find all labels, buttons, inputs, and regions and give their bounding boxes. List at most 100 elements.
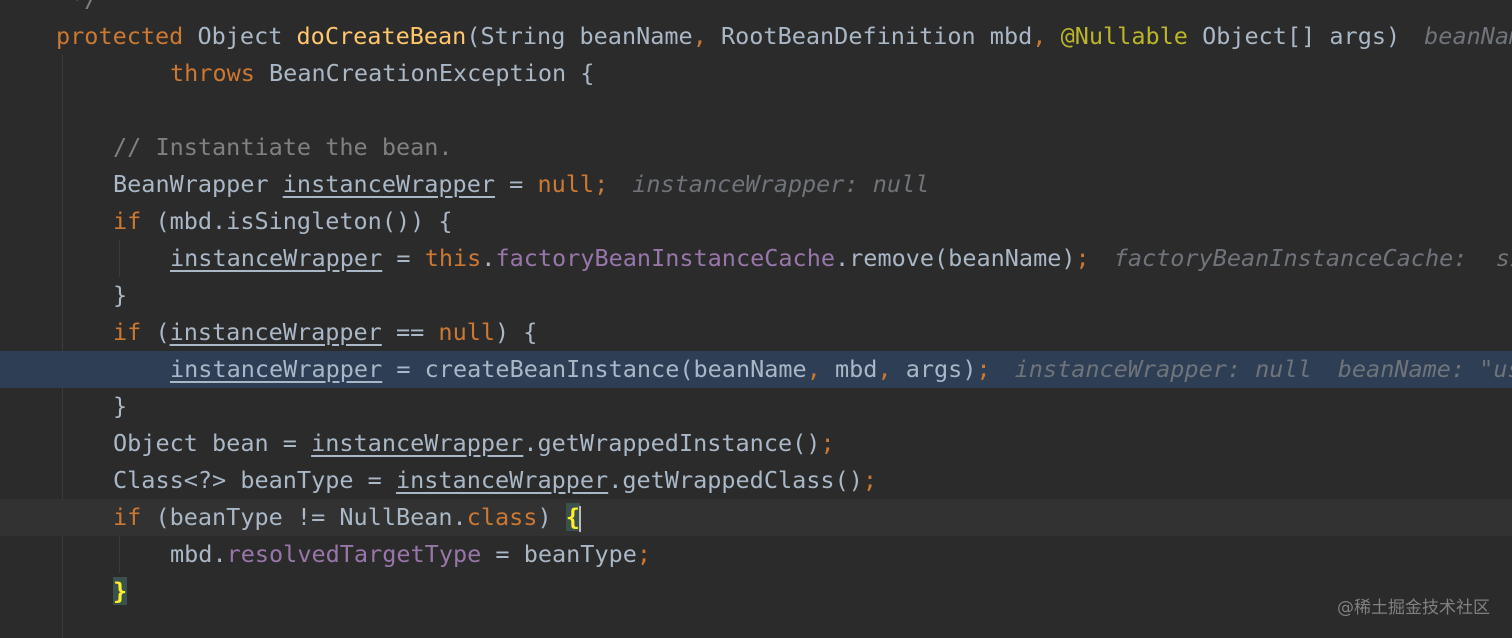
local-variable-token: instanceWrapper [170,355,383,383]
code-line[interactable]: if (instanceWrapper == null) { [0,314,1512,351]
code-token: } [113,392,128,420]
code-token: mbd. [170,540,227,568]
code-line[interactable] [0,92,1512,129]
code-token: if [113,207,142,235]
inline-debug-value: beanName [1424,22,1512,50]
code-token: */ [56,0,98,13]
code-token: Object bean = [113,429,312,457]
code-token: (mbd.isSingleton()) { [141,207,453,235]
code-token: mbd [820,355,878,383]
code-token: .getWrappedClass() [608,466,863,494]
code-text[interactable]: Object bean = instanceWrapper.getWrapped… [113,425,835,462]
code-line[interactable]: } [0,388,1512,425]
code-line[interactable]: if (mbd.isSingleton()) { [0,203,1512,240]
code-token: ; [862,466,878,494]
code-token: ) { [495,318,538,346]
matched-brace: } [113,577,128,605]
code-text[interactable]: protected Object doCreateBean(String bea… [56,18,1512,55]
code-text[interactable]: instanceWrapper = createBeanInstance(bea… [170,351,1512,388]
code-token: = [495,170,538,198]
code-text[interactable]: throws BeanCreationException { [170,55,594,92]
code-token: , [692,22,707,50]
code-line[interactable]: Object bean = instanceWrapper.getWrapped… [0,425,1512,462]
code-token: Class<?> beanType = [113,466,396,494]
code-token: null [537,170,595,198]
code-token: if [113,318,142,346]
local-variable-token: instanceWrapper [282,170,496,198]
current-caret-line[interactable]: if (beanType != NullBean.class) { [0,499,1512,536]
code-token: protected [56,22,184,50]
execution-point-line[interactable]: instanceWrapper = createBeanInstance(bea… [0,351,1512,388]
code-token: ; [1075,244,1090,272]
code-text[interactable]: } [113,277,127,314]
code-editor[interactable]: */ protected Object doCreateBean(String b… [0,0,1512,638]
code-line[interactable]: BeanWrapper instanceWrapper = null; insta… [0,166,1512,203]
local-variable-token: instanceWrapper [170,244,383,272]
code-text[interactable]: if (mbd.isSingleton()) { [113,203,453,240]
code-token: class [466,503,538,531]
code-line[interactable]: protected Object doCreateBean(String bea… [0,18,1512,55]
code-token: , [877,355,892,383]
local-variable-token: instanceWrapper [311,429,524,457]
code-text[interactable]: mbd.resolvedTargetType = beanType; [170,536,651,573]
code-token: ; [820,429,835,457]
code-token: = beanType [481,540,637,568]
matched-brace: { [565,503,580,531]
code-text[interactable]: instanceWrapper = this. factoryBeanInstan… [170,240,1512,277]
code-token: RootBeanDefinition mbd [706,22,1033,50]
code-token: ; [594,170,609,198]
code-token: Object [183,22,297,50]
code-line[interactable]: // Instantiate the bean. [0,129,1512,166]
code-token: . [481,244,496,272]
code-text[interactable]: // Instantiate the bean. [113,129,453,166]
code-token: (String beanName [466,22,693,50]
code-text[interactable]: if (beanType != NullBean.class) { [113,499,581,536]
code-token: == [381,318,439,346]
inline-debug-value: instanceWrapper: null [632,170,930,198]
text-caret [578,505,581,532]
inline-debug-value: beanName: "us [1337,355,1512,383]
watermark: @稀土掘金技术社区 [1337,598,1490,618]
code-token: this [424,244,482,272]
code-line[interactable]: } [0,573,1512,610]
code-text[interactable]: BeanWrapper instanceWrapper = null; insta… [113,166,929,203]
code-line[interactable]: throws BeanCreationException { [0,55,1512,92]
inline-debug-value: factoryBeanInstanceCache: si [1113,244,1512,272]
code-token: ; [976,355,991,383]
code-token: args) [891,355,977,383]
code-token: = createBeanInstance(beanName [382,355,807,383]
code-text[interactable]: if (instanceWrapper == null) { [113,314,537,351]
code-token: throws [170,59,255,87]
code-token: , [1032,22,1047,50]
code-line[interactable]: */ [0,0,1512,18]
local-variable-token: instanceWrapper [395,466,609,494]
code-line[interactable]: } [0,277,1512,314]
code-token: (beanType != NullBean. [141,503,467,531]
code-text[interactable]: Class<?> beanType = instanceWrapper.getW… [113,462,877,499]
code-token: .getWrappedInstance() [523,429,821,457]
code-token: BeanCreationException { [254,59,595,87]
code-token: .remove(beanName) [835,244,1076,272]
code-token: resolvedTargetType [226,540,482,568]
code-token: BeanWrapper [113,170,283,198]
local-variable-token: instanceWrapper [169,318,382,346]
code-text[interactable]: */ [56,0,98,18]
code-token: ; [636,540,652,568]
code-token: doCreateBean [296,22,467,50]
code-line[interactable]: instanceWrapper = this. factoryBeanInstan… [0,240,1512,277]
code-token: Object[] args) [1187,22,1401,50]
code-token: = [382,244,425,272]
inline-debug-value: instanceWrapper: null [1014,355,1312,383]
code-token: if [113,503,142,531]
code-token: ) [537,503,566,531]
code-text[interactable]: } [113,573,128,610]
code-token: null [438,318,496,346]
code-line[interactable]: mbd.resolvedTargetType = beanType; [0,536,1512,573]
code-text[interactable]: } [113,388,127,425]
code-token: } [113,281,128,309]
code-token: @Nullable [1060,22,1188,50]
code-line[interactable]: Class<?> beanType = instanceWrapper.getW… [0,462,1512,499]
code-token: // Instantiate the bean. [113,133,453,161]
code-token: , [806,355,821,383]
